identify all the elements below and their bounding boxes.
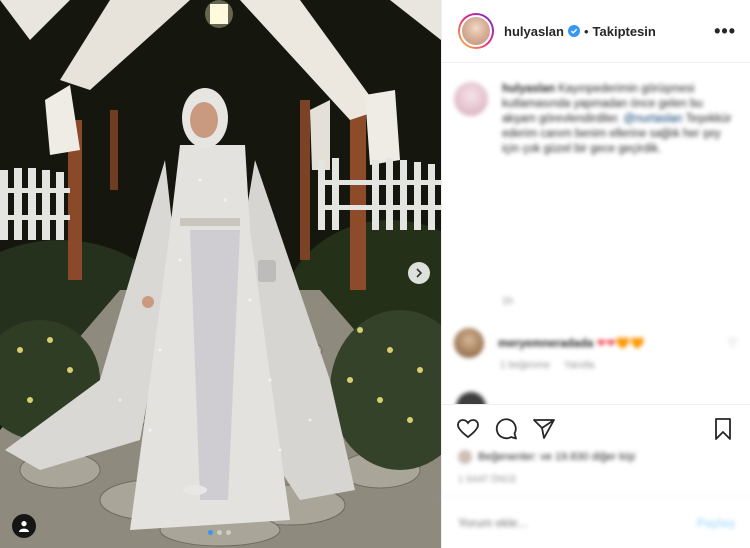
comment-item: meryemneradada ❤❤🧡🧡 ♡ (454, 328, 738, 358)
caption-avatar[interactable] (454, 82, 488, 116)
comment-meta: 1 beğenme Yanıtla (500, 360, 594, 371)
chevron-right-icon (416, 268, 423, 278)
more-options-icon[interactable]: ••• (714, 21, 736, 42)
liker-avatar (458, 450, 472, 464)
next-photo-button[interactable] (408, 262, 430, 284)
author-username[interactable]: hulyaslan (504, 24, 564, 39)
tagged-users-button[interactable] (12, 514, 36, 538)
comment-like-icon[interactable]: ♡ (727, 336, 738, 350)
caption-username[interactable]: hulyaslan (502, 83, 555, 95)
carousel-dot-2 (217, 530, 222, 535)
photo-scene (0, 0, 441, 548)
commenter-username[interactable]: meryemneradada (498, 338, 593, 350)
share-icon[interactable] (532, 417, 556, 441)
author-avatar[interactable] (458, 13, 494, 49)
heart-icon[interactable] (456, 417, 480, 441)
likes-summary[interactable]: Beğenenler: ve 19.830 diğer kişi (458, 450, 635, 464)
carousel-indicator (208, 530, 231, 535)
post-header: hulyaslan • Takiptesin ••• (442, 0, 750, 63)
commenter-avatar[interactable] (454, 328, 484, 358)
carousel-dot-1 (208, 530, 213, 535)
comments-section: hulyaslan Kayınpederimin görüşmesi kutla… (442, 64, 750, 404)
caption-text: hulyaslan Kayınpederimin görüşmesi kutla… (502, 82, 738, 157)
add-comment-input[interactable] (458, 515, 697, 530)
likes-text[interactable]: Beğenenler: ve 19.830 diğer kişi (478, 451, 635, 463)
next-commenter-avatar[interactable] (456, 392, 486, 404)
post-side-panel: hulyaslan • Takiptesin ••• hulyaslan Kay… (441, 0, 750, 548)
add-comment-bar: Paylaş (442, 496, 750, 548)
instagram-post: hulyaslan • Takiptesin ••• hulyaslan Kay… (0, 0, 750, 548)
post-actions (442, 404, 750, 452)
post-photo[interactable] (0, 0, 441, 548)
user-icon (19, 521, 29, 532)
comment-icon[interactable] (494, 417, 518, 441)
comment-text: meryemneradada ❤❤🧡🧡 (498, 336, 644, 350)
post-comment-button[interactable]: Paylaş (697, 516, 735, 530)
comment-body: ❤❤🧡🧡 (596, 338, 645, 350)
following-button[interactable]: Takiptesin (593, 24, 656, 39)
bookmark-icon[interactable] (711, 417, 735, 441)
comment-reply-button[interactable]: Yanıtla (564, 360, 594, 371)
carousel-dot-3 (226, 530, 231, 535)
post-date: 1 saat önce (458, 474, 517, 484)
caption: hulyaslan Kayınpederimin görüşmesi kutla… (454, 82, 738, 157)
comment-like-count[interactable]: 1 beğenme (500, 360, 550, 371)
caption-timestamp: 1h (502, 296, 514, 307)
header-separator: • (583, 23, 589, 39)
verified-badge-icon (567, 25, 580, 37)
caption-mention[interactable]: @nurtaslan (623, 113, 682, 125)
